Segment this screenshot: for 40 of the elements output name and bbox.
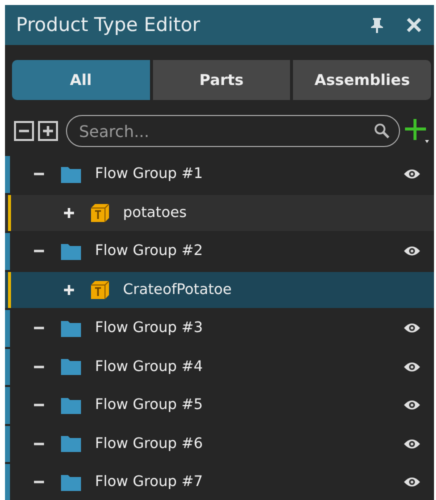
item-label: potatoes [123,204,188,221]
window-title: Product Type Editor [16,14,202,36]
filter-tab[interactable]: All [12,60,150,100]
folder-icon [61,435,81,452]
folder-icon [61,166,81,183]
group-label: Flow Group #5 [95,397,204,414]
eye-icon[interactable] [403,322,421,334]
eye-icon[interactable] [403,360,421,373]
add-icon[interactable] [404,118,430,144]
filter-tab[interactable]: Parts [152,60,290,100]
folder-icon [61,358,81,376]
folder-icon [61,320,81,337]
pin-icon[interactable] [370,17,384,33]
eye-icon[interactable] [403,399,421,412]
group-label: Flow Group #3 [95,320,204,336]
group-label: Flow Group #6 [95,436,204,452]
item-label: CrateofPotatoe [123,282,233,298]
expand-icon[interactable] [63,206,75,219]
group-label: Flow Group #4 [95,358,204,375]
search-field[interactable]: Search... [66,115,400,147]
tree-row[interactable]: CrateofPotatoe [5,272,434,308]
search-icon [374,123,390,139]
box-icon [91,280,109,299]
expand-all-icon[interactable] [38,121,58,141]
group-label: Flow Group #7 [95,474,204,490]
filter-tab[interactable]: Assemblies [293,60,432,100]
eye-icon[interactable] [403,476,421,488]
collapse-all-icon[interactable] [14,121,34,141]
group-label: Flow Group #2 [95,243,204,260]
eye-icon[interactable] [403,438,421,450]
group-label: Flow Group #1 [95,166,204,182]
tree-row[interactable]: potatoes [5,194,434,231]
folder-icon [61,242,81,260]
close-icon[interactable] [406,17,422,33]
expand-icon[interactable] [63,284,75,296]
box-icon [91,204,109,222]
eye-icon[interactable] [403,168,421,180]
folder-icon [61,396,81,414]
folder-icon [61,474,81,491]
eye-icon[interactable] [403,245,421,258]
